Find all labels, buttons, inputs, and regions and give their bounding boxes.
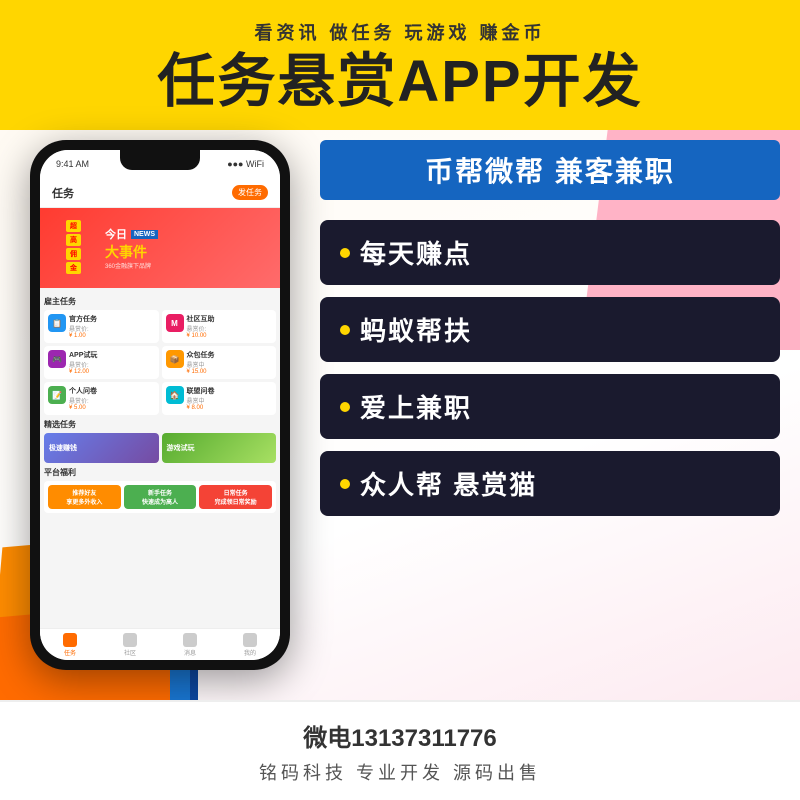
tab-item-message[interactable]: 消息 [183, 633, 197, 657]
tab-item-task[interactable]: 任务 [63, 633, 77, 657]
phone-nav-bar: 任务 发任务 [40, 178, 280, 208]
phone-nav-action[interactable]: 发任务 [232, 185, 268, 200]
task-icon-1: 📋 [48, 314, 66, 332]
task-item-1[interactable]: 📋 官方任务 悬赏价: ¥ 1.00 [44, 310, 159, 343]
platform-section-title: 平台福利 [44, 467, 276, 478]
tab-icon-task [63, 633, 77, 647]
news-tag3: 佣 [66, 248, 81, 260]
task-info-2: 社区互助 悬赏价: ¥ 10.00 [187, 314, 273, 339]
task-info-5: 个人问卷 悬赏价: ¥ 5.00 [69, 386, 155, 411]
task-info-3: APP试玩 悬赏价: ¥ 12.00 [69, 350, 155, 375]
feature-text-2: 蚂蚁帮扶 [360, 311, 472, 348]
tab-icon-profile [243, 633, 257, 647]
task-icon-2: M [166, 314, 184, 332]
task-icon-4: 📦 [166, 350, 184, 368]
platform-section: 推荐好友享更多外收入 新手任务快速成为高人 日常任务完成领日常奖励 [44, 481, 276, 513]
top-subtitle: 看资讯 做任务 玩游戏 赚金币 [254, 19, 545, 45]
task-grid: 📋 官方任务 悬赏价: ¥ 1.00 M [44, 310, 276, 415]
phone-notch [120, 150, 200, 170]
platform-grid: 推荐好友享更多外收入 新手任务快速成为高人 日常任务完成领日常奖励 [48, 485, 272, 509]
platform-btn-1[interactable]: 推荐好友享更多外收入 [48, 485, 121, 509]
employer-section-title: 雇主任务 [44, 296, 276, 307]
featured-section-title: 精选任务 [44, 419, 276, 430]
news-sub: 360金融旗下品牌 [105, 261, 274, 270]
task-info-6: 联盟问卷 悬赏中 ¥ 8.00 [187, 386, 273, 411]
task-item-4[interactable]: 📦 众包任务 悬赏中 ¥ 15.00 [162, 346, 277, 379]
featured-item-1[interactable]: 极速赚钱 [44, 433, 159, 463]
blue-header-box: 币帮微帮 兼客兼职 [320, 140, 780, 200]
bottom-info: 铭码科技 专业开发 源码出售 [259, 759, 541, 785]
platform-btn-2[interactable]: 新手任务快速成为高人 [124, 485, 197, 509]
bottom-section: 微电13137311776 铭码科技 专业开发 源码出售 [0, 700, 800, 800]
tab-icon-message [183, 633, 197, 647]
feature-list: 每天赚点 蚂蚁帮扶 爱上兼职 众人帮 悬赏猫 [320, 220, 780, 516]
news-tag2: 高 [66, 234, 81, 246]
top-title: 任务悬赏APP开发 [157, 53, 642, 111]
bullet-2 [340, 325, 350, 335]
platform-btn-3[interactable]: 日常任务完成领日常奖励 [199, 485, 272, 509]
task-icon-6: 🏠 [166, 386, 184, 404]
phone-body: 雇主任务 📋 官方任务 悬赏价: ¥ 1.00 [40, 288, 280, 628]
feature-item-4: 众人帮 悬赏猫 [320, 451, 780, 516]
phone-nav-title: 任务 [52, 185, 74, 201]
main-container: 看资讯 做任务 玩游戏 赚金币 任务悬赏APP开发 9:41 AM ●●● Wi… [0, 0, 800, 800]
feature-item-2: 蚂蚁帮扶 [320, 297, 780, 362]
featured-item-2[interactable]: 游戏试玩 [162, 433, 277, 463]
news-tag: 超 [66, 220, 81, 232]
phone-screen: 9:41 AM ●●● WiFi 任务 发任务 超 高 佣 金 [40, 150, 280, 660]
task-info-1: 官方任务 悬赏价: ¥ 1.00 [69, 314, 155, 339]
task-item-2[interactable]: M 社区互助 悬赏价: ¥ 10.00 [162, 310, 277, 343]
phone-news-banner: 超 高 佣 金 今日 NEWS 大事件 360金融旗下品牌 [40, 208, 280, 288]
phone-mockup: 9:41 AM ●●● WiFi 任务 发任务 超 高 佣 金 [30, 140, 290, 670]
news-main-title: 大事件 [105, 244, 274, 261]
task-icon-3: 🎮 [48, 350, 66, 368]
news-tag4: 金 [66, 262, 81, 274]
news-left: 超 高 佣 金 [46, 220, 101, 276]
task-item-3[interactable]: 🎮 APP试玩 悬赏价: ¥ 12.00 [44, 346, 159, 379]
feature-text-3: 爱上兼职 [360, 388, 472, 425]
phone-signal: ●●● WiFi [227, 159, 264, 169]
feature-text-1: 每天赚点 [360, 234, 472, 271]
task-icon-5: 📝 [48, 386, 66, 404]
top-banner: 看资讯 做任务 玩游戏 赚金币 任务悬赏APP开发 [0, 0, 800, 130]
phone-tab-bar: 任务 社区 消息 我的 [40, 628, 280, 660]
featured-section: 极速赚钱 游戏试玩 [44, 433, 276, 463]
phone-time: 9:41 AM [56, 159, 89, 169]
tab-item-community[interactable]: 社区 [123, 633, 137, 657]
news-right: 今日 NEWS 大事件 360金融旗下品牌 [105, 226, 274, 270]
task-item-6[interactable]: 🏠 联盟问卷 悬赏中 ¥ 8.00 [162, 382, 277, 415]
feature-text-4: 众人帮 悬赏猫 [360, 465, 537, 502]
tab-item-profile[interactable]: 我的 [243, 633, 257, 657]
tab-icon-community [123, 633, 137, 647]
bullet-4 [340, 479, 350, 489]
bottom-phone: 微电13137311776 [303, 718, 497, 753]
task-info-4: 众包任务 悬赏中 ¥ 15.00 [187, 350, 273, 375]
task-item-5[interactable]: 📝 个人问卷 悬赏价: ¥ 5.00 [44, 382, 159, 415]
feature-item-1: 每天赚点 [320, 220, 780, 285]
feature-item-3: 爱上兼职 [320, 374, 780, 439]
bullet-1 [340, 248, 350, 258]
right-content: 币帮微帮 兼客兼职 每天赚点 蚂蚁帮扶 爱上兼职 众人帮 悬赏猫 [320, 140, 780, 516]
bullet-3 [340, 402, 350, 412]
